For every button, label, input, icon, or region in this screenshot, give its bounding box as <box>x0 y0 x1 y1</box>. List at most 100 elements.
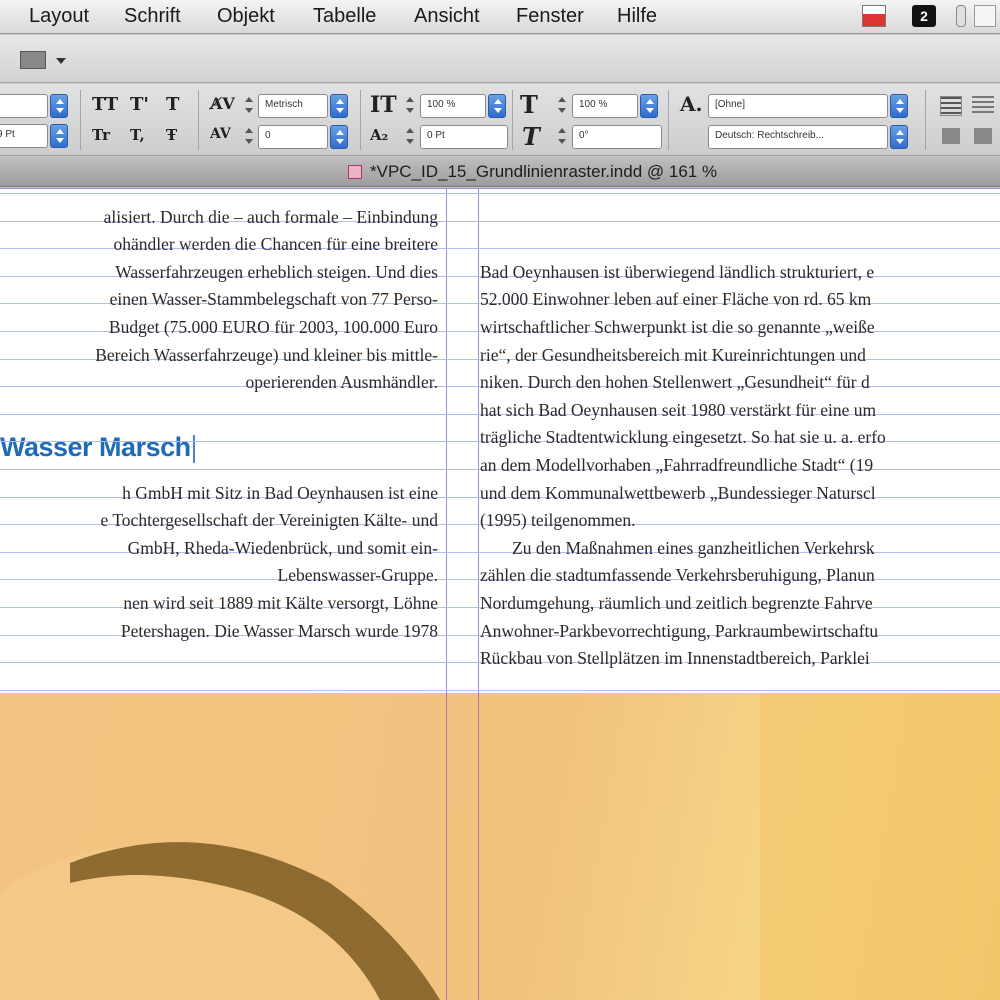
divider <box>80 90 81 150</box>
divider <box>668 90 669 150</box>
leading-field[interactable]: 9 Pt <box>0 124 48 148</box>
tracking-dropdown-icon[interactable] <box>330 125 348 149</box>
right-column-line[interactable]: 52.000 Einwohner leben auf einer Fläche … <box>480 289 871 310</box>
menu-bar: Layout Schrift Objekt Tabelle Ansicht Fe… <box>0 0 1000 34</box>
heading-wasser-marsch[interactable]: Wasser Marsch <box>0 432 195 463</box>
right-column-line[interactable]: Nordumgehung, räumlich und zeitlich begr… <box>480 593 873 614</box>
right-column-line[interactable]: niken. Durch den hohen Stellenwert „Gesu… <box>480 372 870 393</box>
kerning-dropdown-icon[interactable] <box>330 94 348 118</box>
character-control-panel: 9 Pt TT T' T Tr T, Ŧ A̸V Metrisch AV 0 I… <box>0 84 1000 156</box>
vertical-scale-icon: IT <box>370 92 397 118</box>
font-field[interactable] <box>0 94 48 118</box>
battery-icon <box>956 5 966 27</box>
character-style-field[interactable]: [Ohne] <box>708 94 888 118</box>
baseline-shift-stepper-icon[interactable] <box>404 125 416 147</box>
menu-hilfe[interactable]: Hilfe <box>617 5 657 28</box>
left-column-line[interactable]: operierenden Ausmhändler. <box>246 372 438 393</box>
chevron-down-icon[interactable] <box>56 58 66 64</box>
right-column-line[interactable]: rie“, der Gesundheitsbereich mit Kureinr… <box>480 345 866 366</box>
text-cursor <box>192 434 195 463</box>
right-column-line[interactable]: Bad Oeynhausen ist überwiegend ländlich … <box>480 262 874 283</box>
language-dropdown-icon[interactable] <box>890 125 908 149</box>
background-photo <box>0 693 1000 1000</box>
photo-figure <box>0 693 1000 1000</box>
skew-stepper-icon[interactable] <box>556 125 568 147</box>
application-bar <box>0 35 1000 83</box>
heading-text: Wasser Marsch <box>0 432 191 462</box>
menu-fenster[interactable]: Fenster <box>516 5 584 28</box>
app-switch-icon[interactable]: 2 <box>912 5 936 27</box>
left-column-line[interactable]: nen wird seit 1889 mit Kälte versorgt, L… <box>123 593 438 614</box>
status-menu-icon[interactable] <box>974 5 996 27</box>
document-title[interactable]: *VPC_ID_15_Grundlinienraster.indd @ 161 … <box>370 162 717 182</box>
subscript-icon[interactable]: T, <box>130 126 145 144</box>
baseline-shift-icon: A₂ <box>370 126 389 144</box>
margin-guide <box>0 188 1000 189</box>
tracking-field[interactable]: 0 <box>258 125 328 149</box>
align-to-grid-icon[interactable] <box>974 128 992 144</box>
horizontal-scale-field[interactable]: 100 % <box>572 94 638 118</box>
left-column-line[interactable]: Bereich Wasserfahrzeuge) und kleiner bis… <box>95 345 438 366</box>
language-field[interactable]: Deutsch: Rechtschreib... <box>708 125 888 149</box>
left-column-line[interactable]: e Tochtergesellschaft der Vereinigten Kä… <box>101 510 438 531</box>
menu-layout[interactable]: Layout <box>29 5 89 28</box>
font-dropdown-icon[interactable] <box>50 94 68 118</box>
right-column-line[interactable]: an dem Modellvorhaben „Fahrradfreundlich… <box>480 455 873 476</box>
divider <box>512 90 513 150</box>
character-style-dropdown-icon[interactable] <box>890 94 908 118</box>
left-column-line[interactable]: Petershagen. Die Wasser Marsch wurde 197… <box>121 621 438 642</box>
left-column-line[interactable]: einen Wasser-Stammbelegschaft von 77 Per… <box>110 289 438 310</box>
align-to-baseline-icon[interactable] <box>942 128 960 144</box>
vertical-scale-dropdown-icon[interactable] <box>488 94 506 118</box>
left-column-line[interactable]: h GmbH mit Sitz in Bad Oeynhausen ist ei… <box>122 483 438 504</box>
screen-capture-icon[interactable] <box>862 5 886 27</box>
superscript-icon[interactable]: T' <box>130 94 149 115</box>
all-caps-icon[interactable]: TT <box>92 94 118 115</box>
right-column-line[interactable]: und dem Kommunalwettbewerb „Bundessieger… <box>480 483 876 504</box>
skew-icon: T <box>522 122 540 151</box>
right-column-line[interactable]: Rückbau von Stellplätzen im Innenstadtbe… <box>480 648 870 669</box>
right-column-line[interactable]: trägliche Stadtentwicklung eingesetzt. S… <box>480 427 886 448</box>
baseline-grid-line <box>0 689 1000 691</box>
right-column-line[interactable]: Anwohner-Parkbevorrechtigung, Parkraumbe… <box>480 621 878 642</box>
view-options-icon[interactable] <box>20 51 46 69</box>
left-column-line[interactable]: alisiert. Durch die – auch formale – Ein… <box>104 207 438 228</box>
leading-dropdown-icon[interactable] <box>50 124 68 148</box>
divider <box>360 90 361 150</box>
horizontal-scale-icon: T <box>520 90 538 119</box>
menu-ansicht[interactable]: Ansicht <box>414 5 480 28</box>
tracking-stepper-icon[interactable] <box>243 125 255 147</box>
horizontal-scale-dropdown-icon[interactable] <box>640 94 658 118</box>
kerning-stepper-icon[interactable] <box>243 94 255 116</box>
divider <box>198 90 199 150</box>
align-left-icon[interactable] <box>940 96 962 116</box>
right-column-line[interactable]: Zu den Maßnahmen eines ganzheitlichen Ve… <box>512 538 875 559</box>
document-icon <box>348 165 362 179</box>
left-column-line[interactable]: ohändler werden die Chancen für eine bre… <box>113 234 438 255</box>
vertical-scale-field[interactable]: 100 % <box>420 94 486 118</box>
right-column-line[interactable]: zählen die stadtumfassende Verkehrsberuh… <box>480 565 875 586</box>
strikethrough-icon[interactable]: Ŧ <box>166 126 177 144</box>
document-tab-bar: *VPC_ID_15_Grundlinienraster.indd @ 161 … <box>0 157 1000 187</box>
document-page[interactable]: Wasser Marsch alisiert. Durch die – auch… <box>0 188 1000 693</box>
left-column-line[interactable]: Budget (75.000 EURO für 2003, 100.000 Eu… <box>109 317 438 338</box>
menu-objekt[interactable]: Objekt <box>217 5 275 28</box>
menu-schrift[interactable]: Schrift <box>124 5 181 28</box>
kerning-field[interactable]: Metrisch <box>258 94 328 118</box>
character-style-icon: A. <box>680 92 703 116</box>
right-column-line[interactable]: (1995) teilgenommen. <box>480 510 636 531</box>
left-column-line[interactable]: GmbH, Rheda-Wiedenbrück, und somit ein- <box>128 538 438 559</box>
baseline-shift-field[interactable]: 0 Pt <box>420 125 508 149</box>
skew-field[interactable]: 0° <box>572 125 662 149</box>
vertical-scale-stepper-icon[interactable] <box>404 94 416 116</box>
right-column-line[interactable]: wirtschaftlicher Schwerpunkt ist die so … <box>480 317 875 338</box>
left-column-line[interactable]: Lebenswasser-Gruppe. <box>278 565 439 586</box>
right-column-line[interactable]: hat sich Bad Oeynhausen seit 1980 verstä… <box>480 400 876 421</box>
menu-tabelle[interactable]: Tabelle <box>313 5 376 28</box>
divider <box>925 90 926 150</box>
left-column-line[interactable]: Wasserfahrzeugen erheblich steigen. Und … <box>115 262 438 283</box>
align-center-icon[interactable] <box>972 96 994 116</box>
small-caps-icon[interactable]: Tr <box>92 126 110 144</box>
horizontal-scale-stepper-icon[interactable] <box>556 94 568 116</box>
underline-icon[interactable]: T <box>166 94 179 115</box>
